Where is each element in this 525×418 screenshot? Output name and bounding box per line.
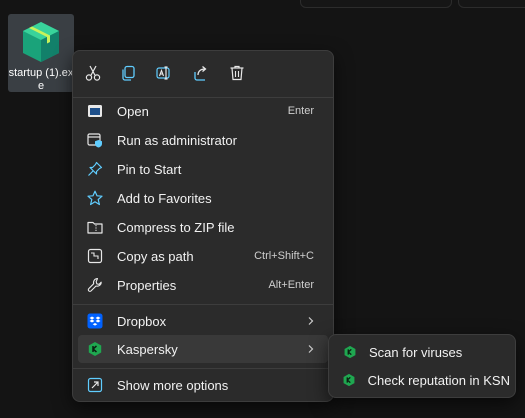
submenu-item-scan-for-viruses[interactable]: Scan for viruses [334,339,510,365]
trash-icon [230,65,244,81]
star-icon [86,189,104,207]
menu-item-label: Compress to ZIP file [117,219,235,235]
menu-item-label: Dropbox [117,313,167,329]
copy-icon [122,65,135,81]
menu-item-label: Add to Favorites [117,190,212,206]
rename-icon [156,66,170,80]
menu-item-add-to-favorites[interactable]: Add to Favorites [78,184,328,212]
menu-item-show-more-options[interactable]: Show more options [78,371,328,399]
kaspersky-submenu: Scan for viruses Check reputation in KSN [328,334,516,398]
menu-item-compress-to-zip[interactable]: Compress to ZIP file [78,213,328,241]
menu-item-label: Run as administrator [117,132,237,148]
kaspersky-icon [342,344,358,360]
background-window [458,0,525,8]
green-box-app-icon [23,22,59,62]
submenu-item-label: Check reputation in KSN [367,372,510,388]
cut-button[interactable] [79,59,107,87]
menu-item-copy-as-path[interactable]: Copy as path Ctrl+Shift+C [78,242,328,270]
menu-item-run-as-administrator[interactable]: Run as administrator [78,126,328,154]
scissors-icon [85,65,101,81]
menu-item-pin-to-start[interactable]: Pin to Start [78,155,328,183]
menu-item-label: Copy as path [117,248,194,264]
chevron-right-icon [306,316,316,326]
open-window-icon [86,102,104,120]
menu-item-shortcut: Enter [287,105,314,117]
context-menu: Open Enter Run as administrator Pin to S… [72,50,334,402]
menu-item-open[interactable]: Open Enter [78,97,328,125]
share-icon [194,66,207,81]
menu-separator [73,304,333,305]
dropbox-icon [86,312,104,330]
copy-button[interactable] [114,59,142,87]
submenu-item-label: Scan for viruses [369,344,463,360]
pin-icon [86,160,104,178]
zip-folder-icon [86,218,104,236]
delete-button[interactable] [223,59,251,87]
menu-separator [73,368,333,369]
copy-path-icon [86,247,104,265]
context-menu-toolbar [73,59,333,87]
shield-window-icon [86,131,104,149]
expand-icon [86,376,104,394]
desktop-file-startup-exe[interactable]: startup (1).exe [8,14,74,92]
menu-item-label: Open [117,103,149,119]
menu-item-label: Pin to Start [117,161,182,177]
menu-item-kaspersky[interactable]: Kaspersky [78,335,328,363]
rename-button[interactable] [150,59,178,87]
menu-item-shortcut: Alt+Enter [268,279,314,291]
chevron-right-icon [306,344,316,354]
background-window [300,0,452,8]
wrench-icon [86,276,104,294]
menu-item-label: Kaspersky [117,341,178,357]
desktop-file-name: startup (1).exe [8,67,74,92]
menu-item-label: Show more options [117,377,229,393]
kaspersky-icon [86,340,104,358]
menu-item-dropbox[interactable]: Dropbox [78,307,328,335]
menu-item-label: Properties [117,277,177,293]
share-button[interactable] [187,59,215,87]
menu-item-properties[interactable]: Properties Alt+Enter [78,271,328,299]
menu-item-shortcut: Ctrl+Shift+C [254,250,314,262]
kaspersky-icon [342,372,357,388]
submenu-item-check-reputation-in-ksn[interactable]: Check reputation in KSN [334,367,510,393]
